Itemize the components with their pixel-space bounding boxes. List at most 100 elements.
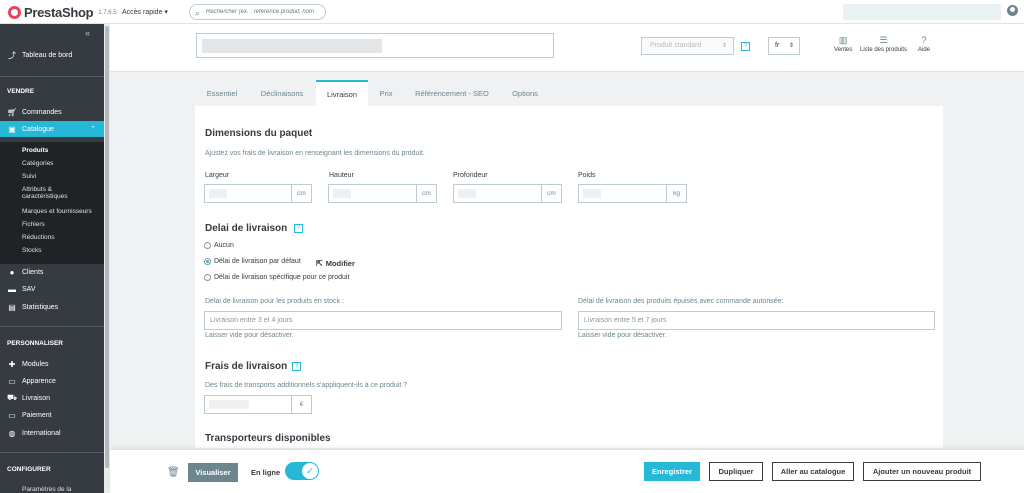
- additional-fees-field[interactable]: €: [204, 395, 312, 414]
- trash-icon[interactable]: 🗑︎: [167, 467, 180, 478]
- width-label: Largeur: [205, 172, 230, 179]
- sidebar-item-catalog[interactable]: ▣ Catalogue ⌃: [0, 121, 104, 137]
- sales-button[interactable]: ▥ Ventes: [834, 35, 852, 53]
- radio-delay-default[interactable]: Délai de livraison par défaut: [204, 258, 301, 265]
- submenu-tracking[interactable]: Suivi: [22, 173, 36, 180]
- sidebar-item-orders[interactable]: 🛒︎ Commandes: [0, 104, 104, 120]
- submenu-categories[interactable]: Catégories: [22, 160, 53, 167]
- tab-essentials[interactable]: Essentiel: [198, 80, 246, 106]
- product-type-select[interactable]: Produit standard ⇕: [641, 37, 734, 55]
- tab-options[interactable]: Options: [503, 80, 547, 106]
- delivery-delay-title: Delai de livraison: [205, 223, 288, 234]
- scrollbar-thumb[interactable]: [105, 26, 109, 468]
- radio-delay-specific[interactable]: Délai de livraison spécifique pour ce pr…: [204, 274, 349, 281]
- submenu-discounts[interactable]: Réductions: [22, 234, 55, 241]
- preview-button[interactable]: Visualiser: [188, 463, 238, 482]
- sidebar-item-shipping[interactable]: ⛟ Livraison: [0, 390, 104, 406]
- shipping-fees-title: Frais de livraison: [205, 361, 288, 372]
- sidebar-item-stats[interactable]: ▤ Statistiques: [0, 299, 104, 315]
- prestashop-logo-icon: [8, 6, 21, 19]
- chevron-down-icon: ▾: [164, 9, 168, 16]
- sidebar-item-label: SAV: [22, 285, 36, 293]
- tab-shipping[interactable]: Livraison: [316, 80, 368, 106]
- duplicate-button[interactable]: Dupliquer: [709, 462, 763, 481]
- sidebar-item-appearance[interactable]: ▭ Apparence: [0, 373, 104, 389]
- sidebar-item-label: Commandes: [22, 108, 62, 116]
- language-value: fr: [775, 42, 780, 49]
- sales-label: Ventes: [834, 47, 853, 53]
- sidebar-item-customers[interactable]: ● Clients: [0, 264, 104, 280]
- help-icon[interactable]: ?: [741, 42, 750, 51]
- tab-pricing[interactable]: Prix: [373, 80, 399, 106]
- product-list-button[interactable]: ☰ Liste des produits: [860, 35, 907, 53]
- product-type-value: Produit standard: [650, 42, 702, 49]
- external-link-icon: ⇱: [316, 259, 323, 268]
- sidebar-item-sav[interactable]: ▬ SAV: [0, 281, 104, 297]
- credit-card-icon: ▭: [8, 410, 16, 420]
- modify-label: Modifier: [325, 259, 355, 268]
- tab-seo[interactable]: Référencement - SEO: [407, 80, 497, 106]
- redacted-value: [209, 400, 249, 409]
- user-account-icon[interactable]: [1007, 5, 1018, 16]
- sidebar-item-label: Statistiques: [22, 303, 59, 311]
- help-button[interactable]: ? Aide: [918, 35, 930, 53]
- search-input[interactable]: [206, 7, 322, 17]
- depth-field[interactable]: cm: [453, 184, 562, 203]
- sidebar-item-label: Clients: [22, 268, 44, 276]
- submenu-files[interactable]: Fichiers: [22, 221, 45, 228]
- modify-link[interactable]: ⇱ Modifier: [316, 259, 355, 268]
- radio-delay-none[interactable]: Aucun: [204, 242, 234, 249]
- save-button[interactable]: Enregistrer: [644, 462, 700, 481]
- puzzle-icon: ✚: [8, 359, 16, 369]
- divider: [0, 76, 104, 77]
- help-icon[interactable]: ?: [294, 224, 303, 233]
- carriers-title: Transporteurs disponibles: [205, 433, 331, 444]
- unit-addon: cm: [416, 185, 436, 202]
- in-stock-delay-label: Délai de livraison pour les produits en …: [205, 298, 344, 305]
- chat-icon: ▬: [8, 284, 16, 294]
- radio-circle: [204, 242, 211, 249]
- brand-logo[interactable]: PrestaShop 1.7.6.5: [8, 5, 117, 20]
- store-icon: ▣: [8, 124, 16, 134]
- search-box[interactable]: ⌕: [189, 4, 326, 20]
- height-field[interactable]: cm: [328, 184, 437, 203]
- section-configure: CONFIGURER: [7, 466, 51, 473]
- unit-addon: kg: [666, 185, 686, 202]
- online-toggle[interactable]: ✓: [285, 462, 319, 480]
- shop-name-redacted[interactable]: [843, 4, 1001, 20]
- unit-addon: cm: [541, 185, 561, 202]
- section-sell: VENDRE: [7, 88, 35, 95]
- width-field[interactable]: cm: [204, 184, 312, 203]
- collapse-sidebar-icon[interactable]: «: [85, 28, 90, 38]
- sidebar-item-label: Modules: [22, 360, 49, 368]
- help-icon[interactable]: ?: [292, 362, 301, 371]
- sidebar-item-label: Apparence: [22, 377, 56, 385]
- sidebar-item-modules[interactable]: ✚ Modules: [0, 356, 104, 372]
- submenu-brands[interactable]: Marques et fournisseurs: [22, 208, 92, 215]
- quick-access-menu[interactable]: Accès rapide ▾: [122, 8, 168, 16]
- language-select[interactable]: fr ⇕: [768, 37, 800, 55]
- submenu-shop-params[interactable]: Paramètres de la: [22, 486, 72, 493]
- search-icon[interactable]: ⌕: [195, 8, 200, 19]
- sidebar-item-payment[interactable]: ▭ Paiement: [0, 407, 104, 423]
- submenu-stocks[interactable]: Stocks: [22, 247, 42, 254]
- sidebar-item-label: Catalogue: [22, 125, 54, 133]
- dimensions-description: Ajustez vos frais de livraison en rensei…: [205, 150, 425, 157]
- weight-field[interactable]: kg: [578, 184, 687, 203]
- weight-label: Poids: [578, 172, 596, 179]
- go-to-catalog-button[interactable]: Aller au catalogue: [772, 462, 854, 481]
- sidebar-item-international[interactable]: ◍ International: [0, 425, 104, 441]
- tab-combinations[interactable]: Déclinaisons: [252, 80, 312, 106]
- in-stock-delay-input[interactable]: Livraison entre 3 et 4 jours: [204, 311, 562, 330]
- submenu-products[interactable]: Produits: [22, 147, 48, 154]
- submenu-attributes[interactable]: Attributs & caractéristiques: [22, 186, 98, 200]
- add-new-product-button[interactable]: Ajouter un nouveau produit: [863, 462, 981, 481]
- trending-up-icon: ⤴: [8, 50, 16, 60]
- product-name-input[interactable]: [196, 33, 554, 58]
- cart-icon: 🛒︎: [7, 107, 18, 117]
- out-of-stock-delay-input[interactable]: Livraison entre 5 et 7 jours: [578, 311, 935, 330]
- sidebar-item-dashboard[interactable]: ⤴ Tableau de bord: [0, 47, 104, 63]
- radio-circle: [204, 274, 211, 281]
- online-label: En ligne: [251, 468, 281, 477]
- redacted-value: [458, 189, 476, 198]
